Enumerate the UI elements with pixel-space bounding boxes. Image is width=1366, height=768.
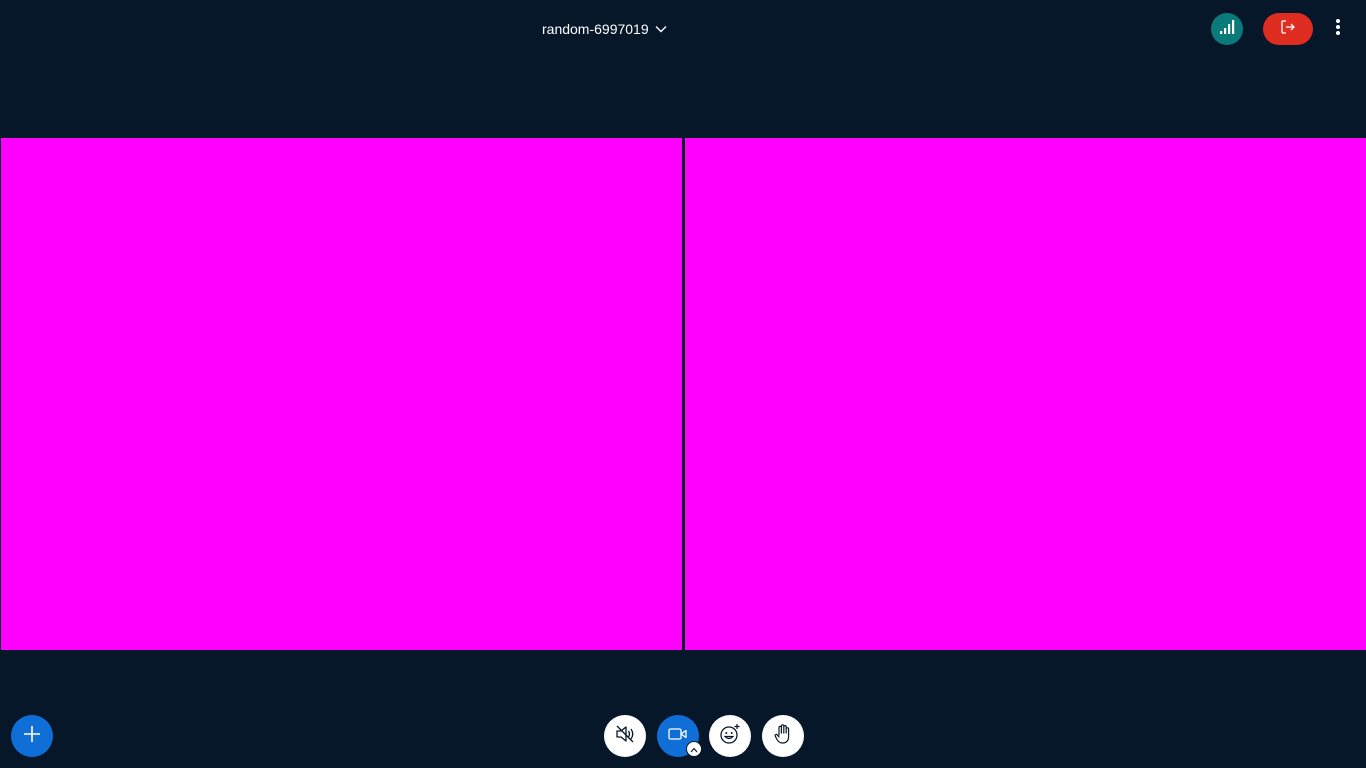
- leave-icon: [1280, 19, 1296, 40]
- audio-toggle-button[interactable]: [604, 715, 646, 757]
- more-vertical-icon: [1335, 18, 1341, 41]
- video-options-button[interactable]: [686, 741, 702, 757]
- chevron-up-icon: [690, 740, 698, 758]
- speaker-icon: [614, 723, 636, 750]
- plus-icon: [22, 724, 42, 749]
- video-grid: [0, 138, 1366, 650]
- camera-icon: [668, 727, 688, 746]
- hand-icon: [773, 723, 793, 750]
- reactions-button[interactable]: [709, 715, 751, 757]
- leave-meeting-button[interactable]: [1263, 13, 1313, 45]
- add-button[interactable]: [11, 715, 53, 757]
- signal-bars-icon: [1219, 19, 1235, 40]
- meeting-name: random-6997019: [542, 21, 649, 37]
- chevron-down-icon: [655, 25, 667, 33]
- participant-video-tile[interactable]: [1, 138, 682, 650]
- connection-status-button[interactable]: [1211, 13, 1243, 45]
- participant-video-tile[interactable]: [685, 138, 1366, 650]
- more-options-button[interactable]: [1328, 18, 1348, 41]
- meeting-title-dropdown[interactable]: random-6997019: [542, 19, 667, 39]
- emoji-icon: [719, 723, 741, 750]
- raise-hand-button[interactable]: [762, 715, 804, 757]
- meeting-app: random-6997019: [0, 0, 1366, 768]
